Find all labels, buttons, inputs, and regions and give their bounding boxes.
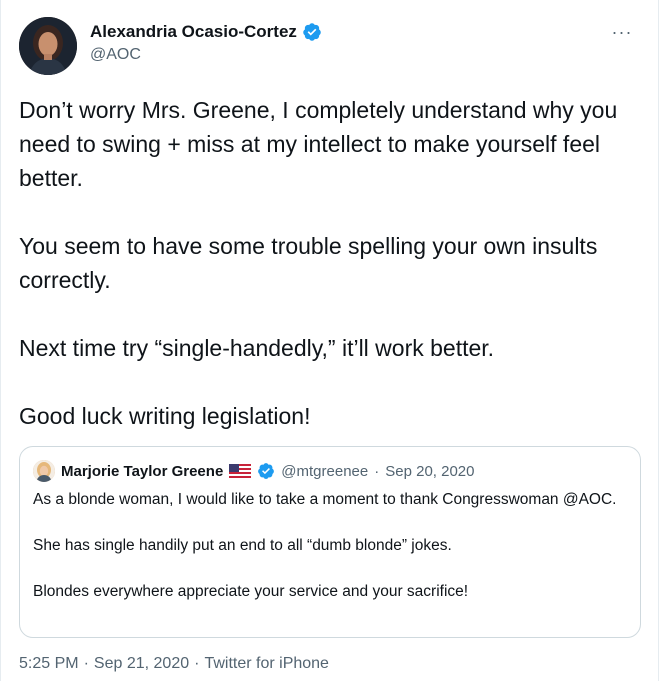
tweet-date-link[interactable]: Sep 21, 2020 [94,655,189,673]
quoted-avatar-portrait-icon [33,460,55,482]
quoted-tweet[interactable]: Marjorie Taylor Greene @mtgreenee · Sep … [19,446,641,638]
quoted-paragraph: Blondes everywhere appreciate your servi… [33,583,469,600]
tweet-time-link[interactable]: 5:25 PM [19,655,79,673]
tweet-card: Alexandria Ocasio-Cortez @AOC ··· Don’t … [0,0,659,681]
meta-separator: · [194,655,200,672]
meta-separator: · [83,655,89,672]
tweet-meta: 5:25 PM · Sep 21, 2020 · Twitter for iPh… [19,655,329,673]
verified-badge-icon [303,23,321,41]
quoted-tweet-text: As a blonde woman, I would like to take … [33,488,627,626]
quoted-separator: · [374,462,380,480]
tweet-paragraph: Next time try “single-handedly,” it’ll w… [19,335,495,361]
quoted-author-handle[interactable]: @mtgreenee [281,463,368,480]
author-name[interactable]: Alexandria Ocasio-Cortez [90,22,297,42]
more-horizontal-icon[interactable]: ··· [608,18,636,46]
tweet-text: Don’t worry Mrs. Greene, I completely un… [19,93,643,467]
quoted-author-name[interactable]: Marjorie Taylor Greene [61,463,223,480]
tweet-source-link[interactable]: Twitter for iPhone [204,655,329,673]
verified-badge-icon [258,463,275,479]
quoted-paragraph: As a blonde woman, I would like to take … [33,491,617,508]
quoted-paragraph: She has single handily put an end to all… [33,537,452,554]
author-avatar[interactable] [19,17,77,75]
quoted-tweet-header: Marjorie Taylor Greene @mtgreenee · Sep … [33,460,475,482]
tweet-paragraph: Don’t worry Mrs. Greene, I completely un… [19,97,618,191]
author-name-row: Alexandria Ocasio-Cortez [90,22,322,42]
quoted-date[interactable]: Sep 20, 2020 [385,463,474,480]
tweet-paragraph: Good luck writing legislation! [19,403,311,429]
tweet-paragraph: You seem to have some trouble spelling y… [19,233,598,293]
quoted-author-avatar[interactable] [33,460,55,482]
us-flag-icon [229,464,252,478]
avatar-portrait-icon [19,17,77,75]
author-handle[interactable]: @AOC [90,46,141,64]
